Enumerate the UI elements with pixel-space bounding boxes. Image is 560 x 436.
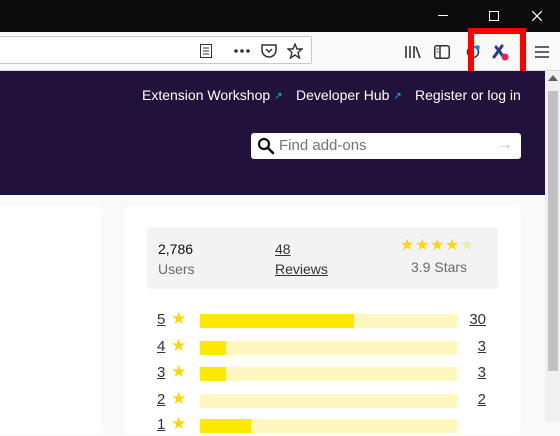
star-icon: ★ — [171, 362, 187, 381]
rating-row-3[interactable]: 3 ★ 3 — [0, 362, 560, 384]
search-input[interactable]: Find add-ons → — [251, 133, 521, 159]
extension-workshop-label: Extension Workshop — [142, 87, 271, 103]
rating-row-5[interactable]: 5 ★ 30 — [0, 309, 560, 331]
star-icon: ★ — [171, 336, 187, 355]
rating-bar[interactable] — [200, 394, 457, 408]
menu-icon[interactable] — [531, 41, 553, 63]
rating-count-2[interactable]: 2 — [478, 391, 486, 408]
bookmark-star-icon[interactable] — [286, 42, 304, 60]
sidebar-icon[interactable] — [431, 41, 453, 63]
users-label: Users — [158, 261, 195, 277]
star-icon: ★ — [415, 237, 430, 254]
users-count: 2,786 — [158, 241, 194, 257]
rating-bar[interactable] — [200, 341, 457, 355]
reviews-count[interactable]: 48 — [275, 241, 291, 257]
rating-stars-2[interactable]: 2 — [157, 391, 165, 408]
register-login-label: Register or log in — [415, 87, 521, 103]
star-empty-icon: ★ — [460, 237, 475, 254]
register-login-link[interactable]: Register or log in — [415, 87, 521, 103]
stars-average: 3.9 Stars — [411, 259, 468, 275]
search-icon — [257, 137, 275, 155]
rating-row-2[interactable]: 2 ★ 2 — [0, 389, 560, 411]
library-icon[interactable] — [402, 41, 424, 63]
arrow-right-icon[interactable]: → — [497, 136, 513, 154]
pocket-icon[interactable] — [260, 42, 278, 60]
rating-bar-fill — [200, 341, 226, 355]
rating-bar-fill — [200, 314, 355, 328]
rating-stars-4[interactable]: 4 — [157, 338, 165, 355]
reviews-link[interactable]: Reviews — [275, 261, 328, 277]
rating-bar[interactable] — [200, 314, 457, 328]
rating-bar-fill — [200, 367, 226, 381]
rating-count-4[interactable]: 3 — [478, 338, 486, 355]
rating-row-1[interactable]: 1 ★ — [0, 414, 560, 436]
url-bar[interactable] — [0, 36, 312, 64]
star-icon: ★ — [171, 389, 187, 408]
rating-bar-fill — [200, 419, 252, 433]
scroll-up-icon[interactable] — [548, 75, 558, 81]
page-actions-icon[interactable] — [233, 42, 251, 60]
rating-stars-5[interactable]: 5 — [157, 311, 165, 328]
star-rating: ★ ★ ★ ★ ★ — [400, 238, 480, 254]
developer-hub-link[interactable]: Developer Hub ↗ — [296, 87, 403, 103]
rating-row-4[interactable]: 4 ★ 3 — [0, 336, 560, 358]
developer-hub-label: Developer Hub — [296, 87, 390, 103]
external-link-icon: ↗ — [393, 91, 402, 102]
rating-stars-3[interactable]: 3 — [157, 364, 165, 381]
rating-bar[interactable] — [200, 367, 457, 381]
search-placeholder: Find add-ons — [279, 137, 367, 154]
rating-count-5[interactable]: 30 — [469, 311, 486, 328]
minimize-icon[interactable] — [420, 0, 466, 32]
star-icon: ★ — [171, 309, 187, 328]
ratings-summary: 2,786 Users 48 Reviews ★ ★ ★ ★ ★ 3.9 Sta… — [147, 227, 498, 289]
reader-view-icon[interactable] — [197, 42, 215, 60]
rating-count-3[interactable]: 3 — [478, 364, 486, 381]
rating-stars-1[interactable]: 1 — [157, 416, 165, 433]
external-link-icon: ↗ — [274, 91, 283, 102]
star-icon: ★ — [400, 237, 415, 254]
rating-bar[interactable] — [200, 419, 457, 433]
star-icon: ★ — [430, 237, 445, 254]
star-icon: ★ — [171, 414, 187, 433]
extension-workshop-link[interactable]: Extension Workshop ↗ — [142, 87, 284, 103]
star-icon: ★ — [445, 237, 460, 254]
